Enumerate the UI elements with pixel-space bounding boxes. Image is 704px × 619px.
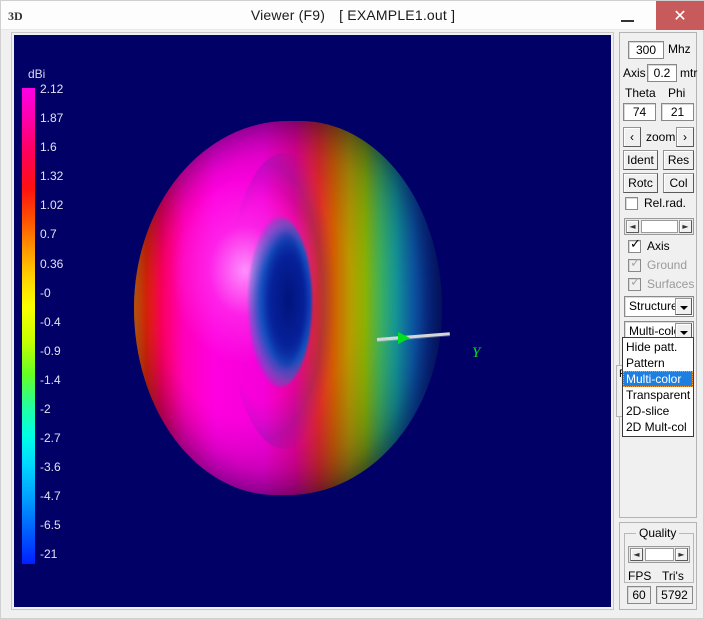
colorbar-tick-7: -0 (40, 286, 51, 300)
minimize-button[interactable] (606, 1, 651, 30)
viewer-window: 3D Viewer (F9)[ EXAMPLE1.out ] ✕ Y dBi 2… (0, 0, 704, 619)
colorbar-tick-15: -6.5 (40, 518, 61, 532)
window-title-text: Viewer (F9) (250, 7, 326, 23)
dropdown-option-pattern[interactable]: Pattern (623, 355, 693, 371)
colorbar-tick-12: -2.7 (40, 431, 61, 445)
colorbar-title: dBi (28, 67, 46, 81)
colorbar-tick-3: 1.32 (40, 169, 64, 183)
ident-button[interactable]: Ident (623, 150, 658, 170)
window-filename: [ EXAMPLE1.out ] (339, 7, 456, 23)
rotc-button[interactable]: Rotc (623, 173, 658, 193)
phi-label: Phi (668, 86, 686, 100)
fps-label: FPS (628, 569, 652, 583)
theta-label: Theta (625, 86, 656, 100)
check-mark-icon: ✓ (630, 256, 641, 271)
axis-size-unit-label: mtr (680, 66, 698, 80)
slider-thumb[interactable] (641, 220, 678, 233)
quality-slider-right-arrow-icon[interactable]: ► (675, 548, 688, 561)
dropdown-option-multi-color[interactable]: Multi-color (623, 371, 693, 387)
colorbar-tick-2: 1.6 (40, 140, 57, 154)
chevron-down-arrow (680, 331, 688, 335)
slider-right-arrow-icon[interactable]: ► (679, 220, 692, 233)
zoom-label: zoom (646, 130, 676, 144)
surfaces-checkbox: ✓ (628, 275, 641, 291)
frequency-input[interactable]: 300 (628, 41, 664, 59)
colorbar-tick-10: -1.4 (40, 373, 61, 387)
colorbar-tick-6: 0.36 (40, 257, 64, 271)
quality-group: Quality ◄ ► FPS Tri's 60 5792 (619, 522, 697, 610)
viewport-frame: Y dBi 2.12 1.87 1.6 1.32 1.02 0.7 0.36 -… (11, 32, 614, 610)
surfaces-checkbox-label: Surfaces (647, 277, 695, 291)
dropdown-option-2d-slice[interactable]: 2D-slice (623, 403, 693, 419)
colorbar-tick-1: 1.87 (40, 111, 64, 125)
title-bar: 3D Viewer (F9)[ EXAMPLE1.out ] ✕ (1, 1, 704, 30)
dropdown-option-2d-mult-col[interactable]: 2D Mult-col (623, 419, 693, 435)
ground-checkbox: ✓ (628, 256, 641, 272)
check-mark-icon: ✓ (630, 237, 641, 252)
quality-slider[interactable]: ◄ ► (628, 546, 690, 563)
dropdown-option-hide-patt[interactable]: Hide patt. (623, 339, 693, 355)
theta-input[interactable]: 74 (623, 103, 656, 121)
colorbar-tick-14: -4.7 (40, 489, 61, 503)
colorbar-gradient (22, 88, 35, 564)
quality-group-title: Quality (636, 526, 680, 540)
axis-checkbox-label: Axis (647, 239, 670, 253)
pattern-mode-dropdown[interactable]: Hide patt. Pattern Multi-color Transpare… (622, 337, 694, 437)
ground-checkbox-label: Ground (647, 258, 688, 272)
y-axis-arrow-icon (398, 332, 410, 344)
view-mode-value: Structure (629, 299, 678, 313)
3d-viewport[interactable]: Y dBi 2.12 1.87 1.6 1.32 1.02 0.7 0.36 -… (14, 35, 611, 607)
res-button[interactable]: Res (663, 150, 694, 170)
relrad-checkbox[interactable] (625, 197, 638, 210)
y-axis-label: Y (472, 345, 481, 361)
axis-size-input[interactable]: 0.2 (647, 64, 677, 82)
check-mark-icon: ✓ (630, 275, 641, 290)
zoom-out-button[interactable]: ‹ (623, 127, 641, 147)
colorbar-tick-8: -0.4 (40, 315, 61, 329)
window-title: Viewer (F9) [ EXAMPLE1.out ] (1, 1, 704, 30)
fps-value: 60 (627, 586, 651, 604)
col-button[interactable]: Col (663, 173, 694, 193)
dropdown-option-transparent[interactable]: Transparent (623, 387, 693, 403)
colorbar-tick-0: 2.12 (40, 82, 64, 96)
quality-slider-left-arrow-icon[interactable]: ◄ (630, 548, 643, 561)
colorbar-tick-13: -3.6 (40, 460, 61, 474)
colorbar-tick-4: 1.02 (40, 198, 64, 212)
slider-left-arrow-icon[interactable]: ◄ (626, 220, 639, 233)
axis-checkbox[interactable]: ✓ (628, 237, 641, 253)
pattern-null-core (264, 231, 306, 369)
tris-value: 5792 (656, 586, 693, 604)
phi-input[interactable]: 21 (661, 103, 694, 121)
colorbar-tick-9: -0.9 (40, 344, 61, 358)
zoom-in-button[interactable]: › (676, 127, 694, 147)
relrad-label: Rel.rad. (644, 196, 687, 210)
minimize-icon (621, 20, 634, 22)
pattern-slider[interactable]: ◄ ► (624, 218, 694, 235)
view-mode-combo[interactable]: Structure (624, 296, 694, 317)
colorbar-tick-5: 0.7 (40, 227, 57, 241)
frequency-unit-label: Mhz (668, 42, 691, 56)
quality-slider-thumb[interactable] (645, 548, 674, 561)
close-icon: ✕ (673, 6, 687, 25)
chevron-down-icon[interactable] (675, 298, 692, 315)
colorbar-tick-16: -21 (40, 547, 58, 561)
chevron-down-arrow (680, 306, 688, 310)
axis-size-label: Axis (623, 66, 646, 80)
tris-label: Tri's (662, 569, 684, 583)
control-panel: 300 Mhz Axis 0.2 mtr Theta Phi 74 21 ‹ z… (619, 32, 697, 518)
colorbar-tick-11: -2 (40, 402, 51, 416)
pattern-mode-value: Multi-colo (629, 324, 681, 338)
close-button[interactable]: ✕ (656, 1, 704, 30)
